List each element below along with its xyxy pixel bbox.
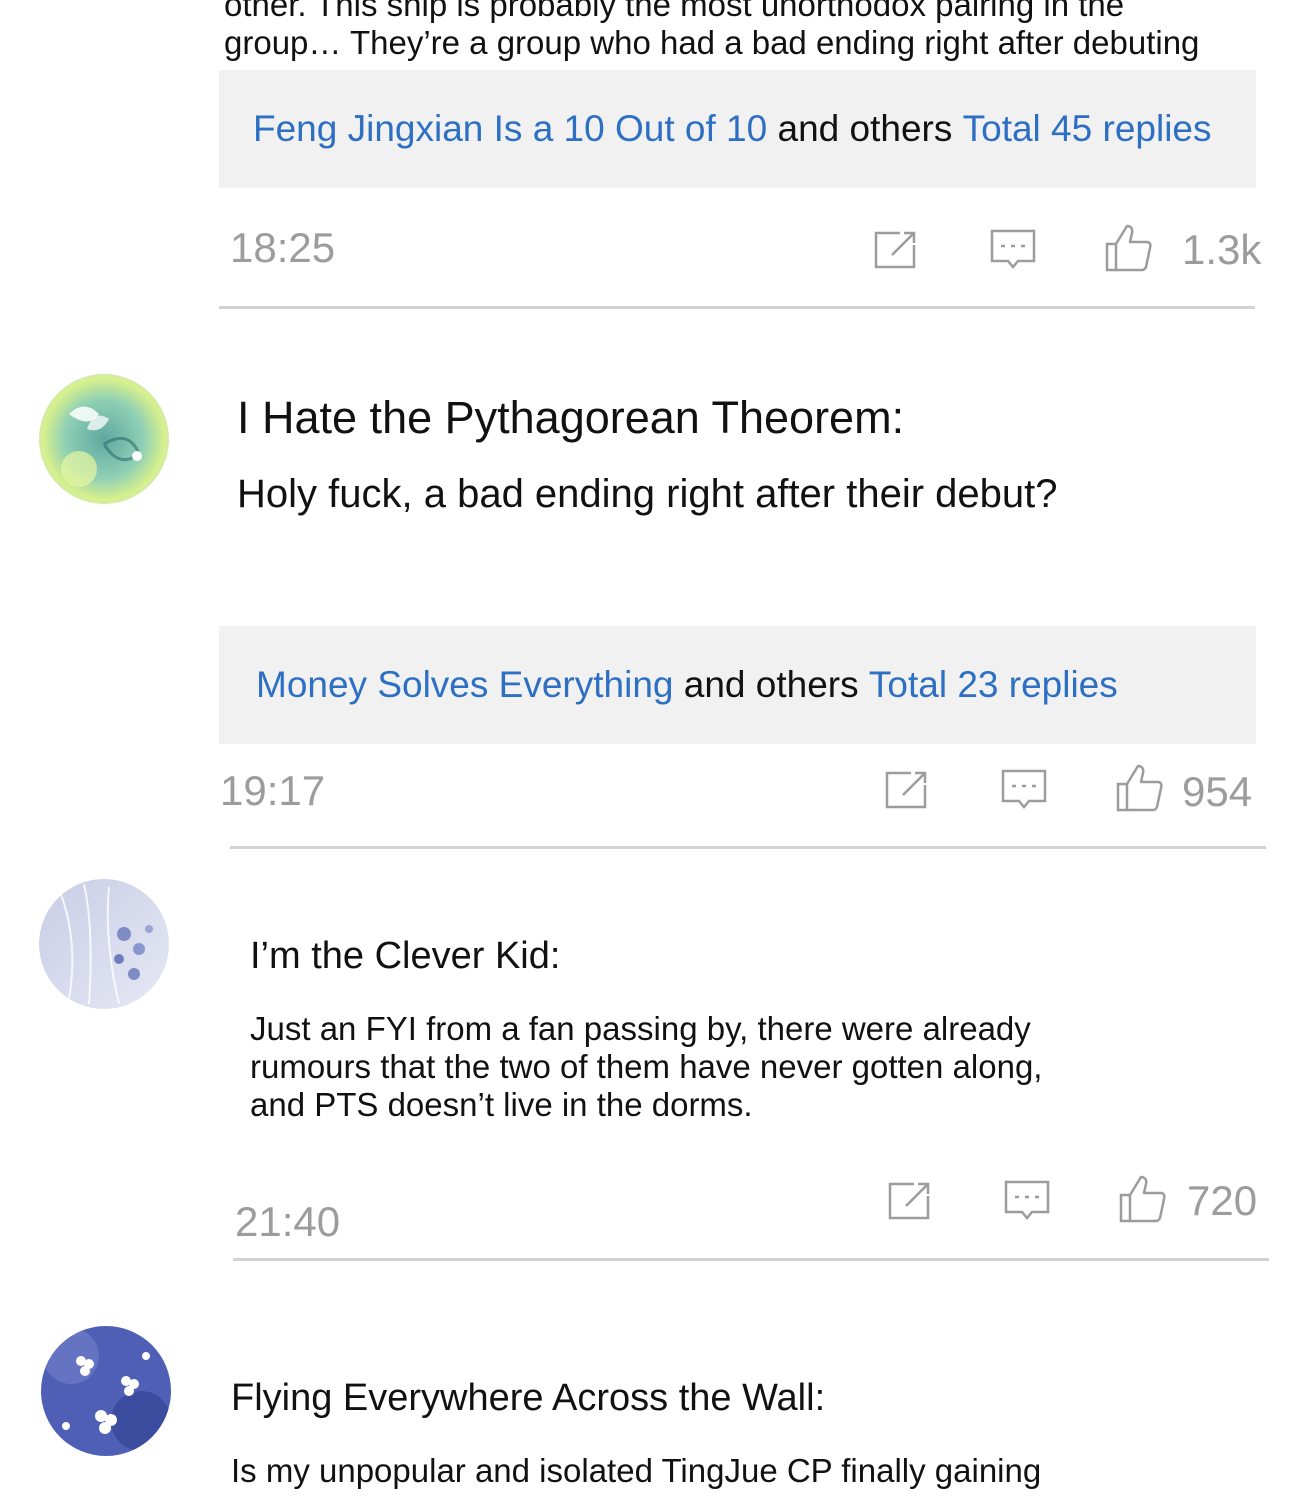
first-replier-link[interactable]: Money Solves Everything — [256, 663, 673, 707]
total-replies-link[interactable]: Total 23 replies — [869, 663, 1118, 707]
comment-text: Is my unpopular and isolated TingJue CP … — [231, 1452, 1042, 1489]
username[interactable]: Flying Everywhere Across the Wall: — [231, 1372, 825, 1424]
like-count: 720 — [1187, 1177, 1258, 1224]
comment-text: other. This ship is probably the most un… — [224, 0, 1200, 61]
replies-box[interactable]: Feng Jingxian Is a 10 Out of 10 and othe… — [219, 70, 1256, 188]
comment-icon[interactable] — [1002, 1176, 1052, 1226]
thumbs-up-icon[interactable] — [1103, 222, 1153, 272]
share-icon[interactable] — [881, 765, 931, 815]
like-count: 1.3k — [1182, 226, 1262, 273]
replies-box[interactable]: Money Solves Everything and others Total… — [219, 626, 1256, 744]
comment-time: 18:25 — [230, 224, 336, 271]
divider — [219, 306, 1255, 309]
first-replier-link[interactable]: Feng Jingxian Is a 10 Out of 10 — [253, 107, 767, 151]
username[interactable]: I Hate the Pythagorean Theorem: — [237, 392, 904, 444]
comment-text: Just an FYI from a fan passing by, there… — [250, 1010, 1043, 1123]
avatar[interactable] — [39, 374, 169, 504]
and-others-text: and others — [673, 664, 869, 705]
comment-text: Holy fuck, a bad ending right after thei… — [237, 472, 1058, 516]
comment-time: 21:40 — [235, 1198, 341, 1245]
thumbs-up-icon[interactable] — [1117, 1173, 1167, 1223]
share-icon[interactable] — [884, 1176, 934, 1226]
avatar[interactable] — [41, 1326, 171, 1456]
username[interactable]: I’m the Clever Kid: — [250, 930, 560, 982]
and-others-text: and others — [767, 108, 963, 149]
total-replies-link[interactable]: Total 45 replies — [963, 107, 1212, 151]
thumbs-up-icon[interactable] — [1114, 762, 1164, 812]
comment-icon[interactable] — [988, 225, 1038, 275]
avatar[interactable] — [39, 879, 169, 1009]
divider — [233, 1258, 1269, 1261]
comment-icon[interactable] — [999, 765, 1049, 815]
like-count: 954 — [1182, 768, 1253, 815]
share-icon[interactable] — [870, 225, 920, 275]
divider — [230, 846, 1266, 849]
comment-time: 19:17 — [220, 767, 326, 814]
